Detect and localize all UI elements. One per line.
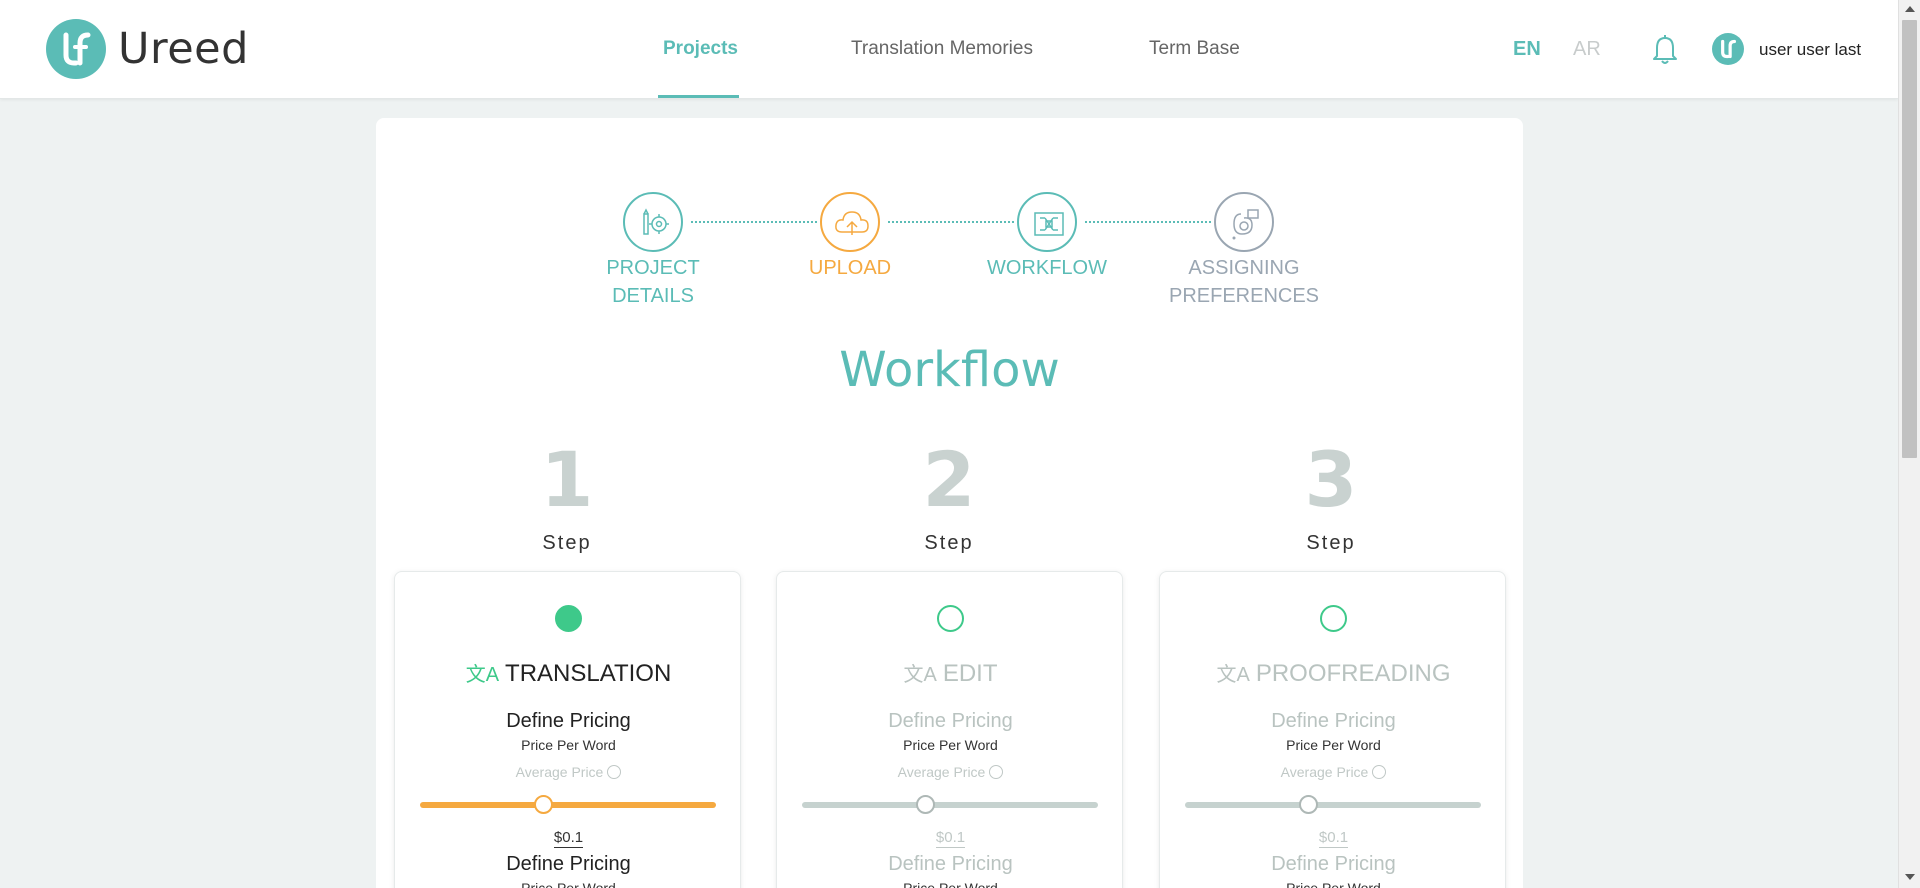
smile-icon (989, 765, 1004, 779)
price-slider-thumb[interactable] (534, 795, 554, 814)
price-value-text: $0.1 (553, 829, 584, 848)
upload-cloud-icon[interactable] (820, 192, 880, 252)
step-word: Step (1306, 532, 1356, 554)
translate-icon: 文A (903, 664, 937, 686)
price-per-word-label: Price Per Word (1286, 737, 1381, 753)
step-word: Step (924, 532, 974, 554)
panel-title: 文A EDIT (777, 658, 1124, 688)
step-number: 3 (1304, 435, 1358, 524)
scrollbar-thumb[interactable] (1902, 20, 1917, 458)
price-slider[interactable] (802, 795, 1098, 814)
nav-term-base[interactable]: Term Base (1149, 38, 1240, 60)
price-slider[interactable] (420, 795, 716, 814)
user-avatar[interactable] (1712, 33, 1744, 65)
step-number: 1 (540, 435, 594, 524)
step-number: 2 (922, 435, 976, 524)
stepper-connector (888, 221, 1014, 223)
stepper-label-assigning-preferences: ASSIGNING PREFERENCES (1168, 257, 1320, 307)
price-slider-thumb[interactable] (1299, 795, 1319, 814)
workflow-panel-translation[interactable]: 文A TRANSLATION Define Pricing Price Per W… (394, 571, 741, 888)
panel-title: 文A TRANSLATION (395, 658, 742, 688)
page-title: Workflow (839, 342, 1060, 398)
price-value: $0.1 (395, 829, 742, 848)
panel-title-text: EDIT (942, 660, 998, 687)
assigning-preferences-icon[interactable] (1214, 192, 1274, 252)
average-price-label: Average Price (395, 764, 742, 780)
average-price-label: Average Price (777, 764, 1124, 780)
average-price-label: Average Price (1160, 764, 1507, 780)
panel-title-text: PROOFREADING (1255, 660, 1451, 687)
price-slider-thumb[interactable] (916, 795, 936, 814)
scroll-down-arrow-icon[interactable] (1905, 874, 1915, 880)
step-radio-translation[interactable] (555, 605, 582, 632)
ureed-logo-icon (46, 19, 106, 79)
workflow-panel-edit[interactable]: 文A EDIT Define Pricing Price Per Word Ave… (776, 571, 1123, 888)
stepper-connector (691, 221, 817, 223)
scroll-up-arrow-icon[interactable] (1905, 6, 1915, 12)
page-scrollbar[interactable] (1898, 0, 1920, 888)
panel-title-text: TRANSLATION (505, 660, 672, 687)
price-value: $0.1 (777, 829, 1124, 848)
average-price-text: Average Price (515, 764, 604, 780)
nav-active-indicator (658, 95, 739, 98)
define-pricing-label: Define Pricing (1271, 853, 1396, 875)
nav-translation-memories[interactable]: Translation Memories (851, 38, 1033, 60)
price-per-word-label: Price Per Word (903, 737, 998, 753)
stepper-connector (1085, 221, 1211, 223)
price-value: $0.1 (1160, 829, 1507, 848)
price-slider[interactable] (1185, 795, 1481, 814)
step-word: Step (542, 532, 592, 554)
panel-title: 文A PROOFREADING (1160, 658, 1507, 688)
define-pricing-label: Define Pricing (1271, 710, 1396, 732)
lang-ar-button[interactable]: AR (1573, 38, 1601, 61)
price-per-word-label: Price Per Word (903, 880, 998, 888)
define-pricing-label: Define Pricing (888, 710, 1013, 732)
workflow-panel-proofreading[interactable]: 文A PROOFREADING Define Pricing Price Per … (1159, 571, 1506, 888)
average-price-text: Average Price (897, 764, 986, 780)
smile-icon (1372, 765, 1387, 779)
smile-icon (607, 765, 622, 779)
translate-icon: 文A (465, 664, 500, 686)
price-value-text: $0.1 (1318, 829, 1349, 848)
translate-icon: 文A (1216, 664, 1250, 686)
price-per-word-label: Price Per Word (521, 737, 616, 753)
step-radio-proofreading[interactable] (1320, 605, 1347, 632)
price-per-word-label: Price Per Word (1286, 880, 1381, 888)
price-value-text: $0.1 (935, 829, 966, 848)
define-pricing-label: Define Pricing (888, 853, 1013, 875)
define-pricing-label: Define Pricing (506, 710, 631, 732)
workflow-icon[interactable] (1017, 192, 1077, 252)
nav-projects[interactable]: Projects (663, 38, 738, 60)
bell-icon[interactable] (1651, 34, 1679, 66)
user-name-menu[interactable]: user user last (1759, 40, 1861, 60)
stepper-label-upload: UPLOAD (808, 257, 892, 279)
define-pricing-label: Define Pricing (506, 853, 631, 875)
stepper-label-project-details: PROJECT DETAILS (606, 257, 700, 307)
top-header: Ureed Projects Translation Memories Term… (0, 0, 1898, 99)
brand-logo[interactable]: Ureed (46, 19, 249, 79)
average-price-text: Average Price (1280, 764, 1369, 780)
stepper-label-workflow: WORKFLOW (987, 257, 1107, 279)
project-details-icon[interactable] (623, 192, 683, 252)
price-per-word-label: Price Per Word (521, 880, 616, 888)
step-radio-edit[interactable] (937, 605, 964, 632)
lang-en-button[interactable]: EN (1513, 38, 1541, 61)
brand-name: Ureed (118, 24, 249, 74)
